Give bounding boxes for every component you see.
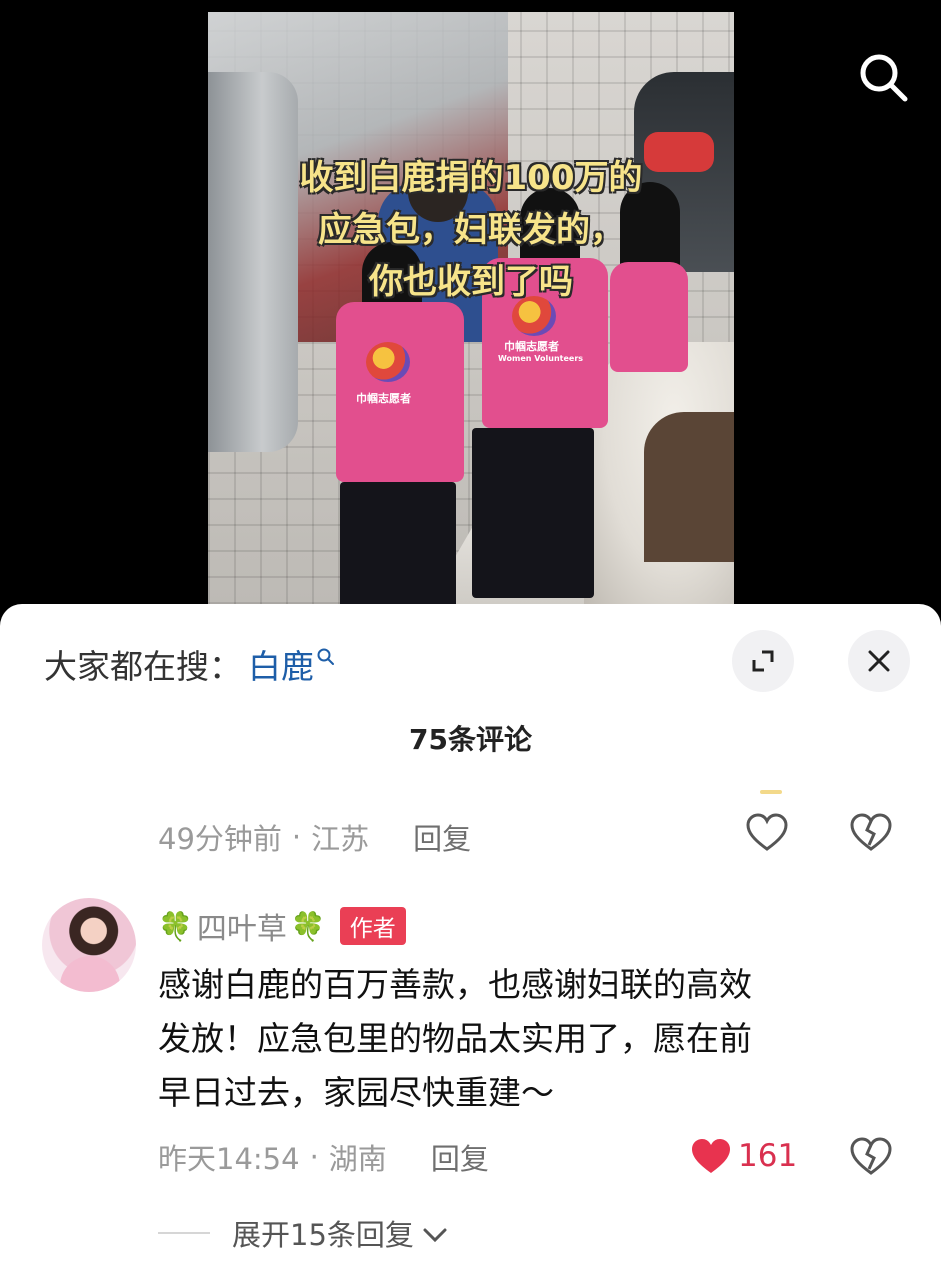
- video-frame[interactable]: 巾帼志愿者 巾帼志愿者 Women Volunteers 收到白鹿捐的100万的…: [208, 12, 734, 604]
- trending-label: 大家都在搜：: [44, 647, 242, 686]
- comment-text[interactable]: 感谢白鹿的百万善款，也感谢妇联的高效 发放！应急包里的物品太实用了，愿在前 早日…: [158, 958, 878, 1120]
- vest-text: 巾帼志愿者: [504, 340, 559, 353]
- comment-time: 49分钟前: [158, 822, 282, 856]
- comment-location: 江苏: [311, 822, 370, 856]
- comment-meta: 49分钟前 · 江苏 回复: [158, 816, 471, 858]
- clover-emoji: 🍀: [290, 909, 326, 943]
- caption-line: 应急包，妇联发的，: [318, 210, 624, 250]
- planter-soil-image: [644, 412, 734, 562]
- avatar[interactable]: [42, 898, 136, 992]
- comment-text-line: 发放！应急包里的物品太实用了，愿在前: [158, 1019, 752, 1058]
- broken-heart-icon: [850, 1137, 892, 1175]
- like-button[interactable]: [686, 1132, 736, 1182]
- clover-emoji: 🍀: [158, 909, 193, 943]
- comment-sheet: 大家都在搜： 白鹿 75条评论 49分钟前 · 江苏 回复 🍀 四叶草 🍀 作者…: [0, 604, 941, 1280]
- vest-text-en: Women Volunteers: [498, 354, 584, 363]
- reply-button[interactable]: 回复: [431, 1136, 489, 1178]
- close-icon: [868, 650, 890, 672]
- dislike-button[interactable]: [846, 808, 896, 858]
- search-button[interactable]: [848, 42, 918, 112]
- reply-button[interactable]: 回复: [413, 816, 471, 858]
- like-count: 161: [738, 1138, 798, 1174]
- comment-time: 昨天14:54: [158, 1142, 300, 1176]
- dislike-button[interactable]: [846, 1132, 896, 1182]
- heart-filled-icon: [692, 1139, 730, 1173]
- separator-dot: ·: [309, 1140, 319, 1174]
- broken-heart-icon: [850, 813, 892, 851]
- video-caption: 收到白鹿捐的100万的 应急包，妇联发的， 你也收到了吗: [208, 152, 734, 308]
- video-player[interactable]: 巾帼志愿者 巾帼志愿者 Women Volunteers 收到白鹿捐的100万的…: [0, 0, 941, 620]
- close-button[interactable]: [848, 630, 910, 692]
- comment-text-line: 感谢白鹿的百万善款，也感谢妇联的高效: [158, 965, 752, 1004]
- vest-text: 巾帼志愿者: [356, 392, 411, 405]
- comment-location: 湖南: [328, 1142, 387, 1176]
- comment-meta: 昨天14:54 · 湖南 回复: [158, 1136, 489, 1178]
- divider-dash: [158, 1232, 210, 1234]
- comment-text-line: 早日过去，家园尽快重建～: [158, 1073, 554, 1112]
- expand-icon: [752, 650, 774, 672]
- expand-replies-label: 展开15条回复: [232, 1218, 414, 1252]
- like-button[interactable]: [742, 808, 792, 858]
- trending-search[interactable]: 大家都在搜： 白鹿: [44, 640, 336, 688]
- trending-keyword[interactable]: 白鹿: [248, 640, 314, 688]
- expand-replies-button[interactable]: 展开15条回复: [158, 1212, 448, 1254]
- caption-line: 你也收到了吗: [369, 262, 573, 302]
- search-icon: [317, 648, 334, 665]
- author-badge: 作者: [339, 907, 406, 945]
- chevron-down-icon: [423, 1228, 447, 1243]
- vest-logo-icon: [366, 342, 410, 382]
- comment-header: 🍀 四叶草 🍀 作者: [158, 904, 406, 948]
- caption-line: 收到白鹿捐的100万的: [299, 158, 643, 198]
- username[interactable]: 四叶草: [197, 904, 287, 948]
- separator-dot: ·: [291, 820, 302, 854]
- heart-outline-icon: [746, 813, 788, 851]
- search-icon: [860, 54, 908, 102]
- expand-button[interactable]: [732, 630, 794, 692]
- comment-count: 75条评论: [409, 723, 532, 756]
- scroll-fade-hint: [760, 790, 782, 794]
